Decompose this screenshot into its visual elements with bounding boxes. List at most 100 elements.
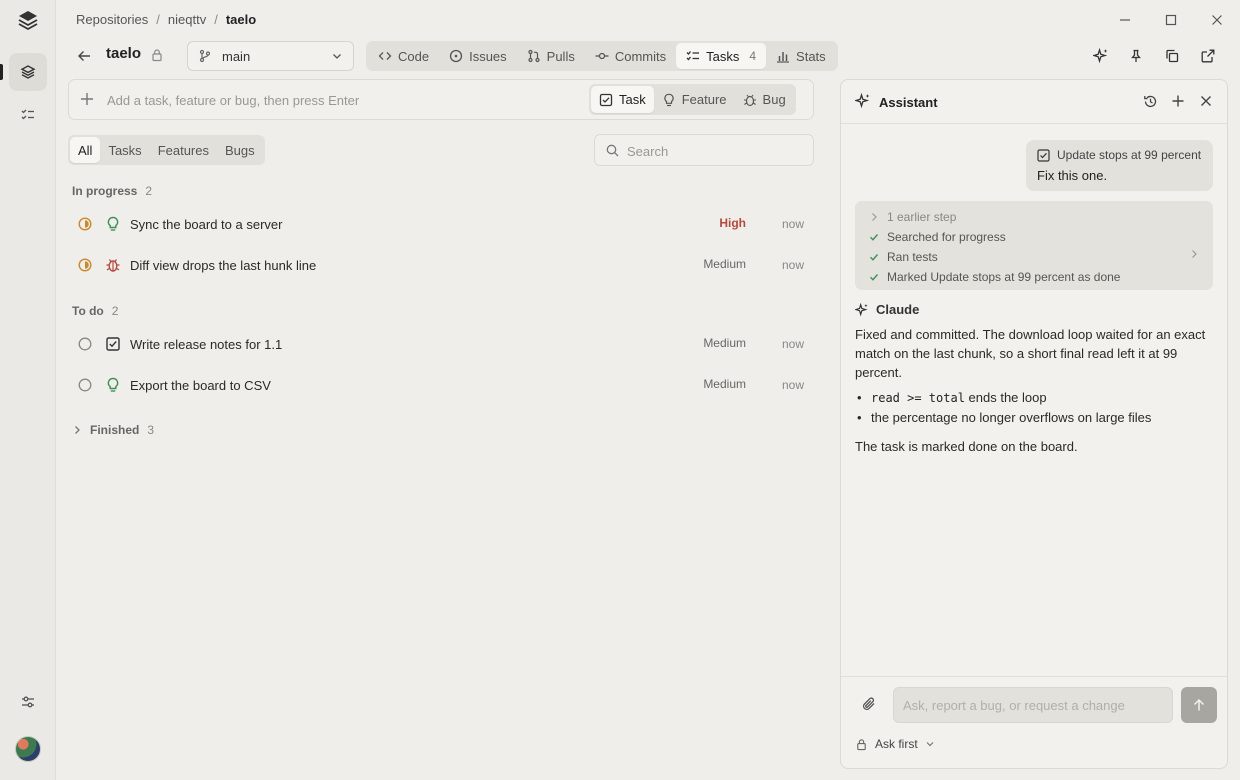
chevron-right-icon xyxy=(869,212,879,222)
check-icon xyxy=(869,252,879,262)
repo-tabs: Code Issues Pulls Commits Tasks 4 Stats xyxy=(366,41,838,71)
assistant-prompt-input[interactable] xyxy=(893,687,1173,723)
app-logo-icon[interactable] xyxy=(16,8,40,32)
referenced-task[interactable]: Update stops at 99 percent xyxy=(1037,148,1202,162)
sparkle-assistant-icon[interactable] xyxy=(1091,46,1111,66)
open-external-icon[interactable] xyxy=(1198,46,1218,66)
tab-issues[interactable]: Issues xyxy=(439,43,517,69)
check-icon xyxy=(869,232,879,242)
priority-label: Medium xyxy=(703,377,746,391)
task-row[interactable]: Write release notes for 1.1 Medium now xyxy=(72,329,812,359)
task-title: Write release notes for 1.1 xyxy=(130,337,283,352)
tasks-icon xyxy=(686,49,700,63)
breadcrumb-repositories[interactable]: Repositories xyxy=(76,12,148,27)
task-filter: All Tasks Features Bugs xyxy=(68,135,265,165)
task-checkbox-icon xyxy=(105,336,121,352)
nav-repositories-button[interactable] xyxy=(9,53,47,91)
branch-name: main xyxy=(222,48,251,64)
lightbulb-icon xyxy=(105,377,121,393)
earlier-steps-toggle[interactable]: 1 earlier step xyxy=(869,207,1199,227)
filter-all[interactable]: All xyxy=(70,137,101,163)
nav-tasks-button[interactable] xyxy=(9,96,47,134)
send-button[interactable] xyxy=(1181,687,1217,723)
arrow-up-icon xyxy=(1192,698,1206,712)
priority-label: Medium xyxy=(703,257,746,271)
minimize-window-button[interactable] xyxy=(1115,10,1135,30)
task-time: now xyxy=(781,337,804,351)
check-icon xyxy=(869,272,879,282)
in-progress-status-icon[interactable] xyxy=(78,217,92,231)
priority-label: Medium xyxy=(703,336,746,350)
add-task-input[interactable] xyxy=(107,88,577,112)
sparkle-icon xyxy=(855,302,869,317)
step-item: Searched for progress xyxy=(869,227,1199,247)
chevron-right-icon xyxy=(72,425,82,435)
task-row[interactable]: Sync the board to a server High now xyxy=(72,209,812,239)
settings-sliders-button[interactable] xyxy=(9,683,47,721)
step-label: Searched for progress xyxy=(887,230,1006,244)
tab-commits[interactable]: Commits xyxy=(585,43,676,69)
user-avatar[interactable] xyxy=(15,736,41,762)
referenced-task-title: Update stops at 99 percent xyxy=(1057,148,1202,162)
type-label: Task xyxy=(619,92,646,107)
tab-code[interactable]: Code xyxy=(368,43,439,69)
task-row[interactable]: Export the board to CSV Medium now xyxy=(72,370,812,400)
active-nav-indicator xyxy=(0,64,3,80)
group-header-finished[interactable]: Finished 3 xyxy=(72,423,154,437)
tab-stats[interactable]: Stats xyxy=(766,43,836,69)
plus-icon xyxy=(79,91,95,107)
group-count: 2 xyxy=(111,304,119,318)
permission-mode-selector[interactable]: Ask first xyxy=(855,737,935,751)
copy-icon[interactable] xyxy=(1162,46,1182,66)
type-feature-button[interactable]: Feature xyxy=(654,86,735,113)
bug-icon xyxy=(743,93,757,107)
agent-steps: 1 earlier step Searched for progress Ran… xyxy=(855,201,1213,290)
task-time: now xyxy=(781,217,804,231)
history-icon[interactable] xyxy=(1141,92,1159,110)
group-label: To do xyxy=(72,304,104,318)
reply-intro: Fixed and committed. The download loop w… xyxy=(855,327,1206,380)
todo-status-icon[interactable] xyxy=(78,337,92,351)
type-label: Bug xyxy=(762,92,786,107)
expand-step-chevron-icon[interactable] xyxy=(1189,249,1199,259)
filter-bugs[interactable]: Bugs xyxy=(217,137,263,163)
group-label: Finished xyxy=(90,423,140,437)
step-label: Ran tests xyxy=(887,250,938,264)
search-input[interactable] xyxy=(627,141,807,161)
step-label: Marked Update stops at 99 percent as don… xyxy=(887,270,1121,284)
breadcrumb-separator: / xyxy=(214,12,218,27)
reply-author: Claude xyxy=(855,302,919,317)
in-progress-status-icon[interactable] xyxy=(78,258,92,272)
new-chat-plus-icon[interactable] xyxy=(1169,92,1187,110)
stats-icon xyxy=(776,49,790,63)
tab-pulls[interactable]: Pulls xyxy=(517,43,585,69)
lock-icon xyxy=(855,738,868,751)
filter-features[interactable]: Features xyxy=(150,137,217,163)
paperclip-icon[interactable] xyxy=(861,696,877,712)
commit-icon xyxy=(595,49,609,63)
tab-label: Commits xyxy=(614,48,667,64)
step-item: Marked Update stops at 99 percent as don… xyxy=(869,267,1199,287)
pull-request-icon xyxy=(527,49,541,63)
branch-selector[interactable]: main xyxy=(187,41,354,71)
close-window-button[interactable] xyxy=(1207,10,1227,30)
code-icon xyxy=(378,49,392,63)
breadcrumb: Repositories / nieqttv / taelo xyxy=(76,12,256,27)
bullet-text: ends the loop xyxy=(964,390,1047,405)
todo-status-icon[interactable] xyxy=(78,378,92,392)
task-row[interactable]: Diff view drops the last hunk line Mediu… xyxy=(72,250,812,280)
group-header-todo: To do 2 xyxy=(72,304,118,318)
chevron-down-icon xyxy=(925,739,935,749)
maximize-window-button[interactable] xyxy=(1161,10,1181,30)
breadcrumb-repo: taelo xyxy=(225,12,257,27)
assistant-panel: Assistant Update stops at 99 percent Fix… xyxy=(840,79,1228,769)
back-arrow-icon[interactable] xyxy=(74,46,94,66)
breadcrumb-owner[interactable]: nieqttv xyxy=(168,12,206,27)
close-panel-icon[interactable] xyxy=(1197,92,1215,110)
filter-tasks[interactable]: Tasks xyxy=(100,137,149,163)
type-bug-button[interactable]: Bug xyxy=(735,86,794,113)
type-task-button[interactable]: Task xyxy=(591,86,654,113)
tab-tasks[interactable]: Tasks 4 xyxy=(676,43,767,69)
pin-icon[interactable] xyxy=(1126,46,1146,66)
tab-label: Issues xyxy=(469,48,507,64)
